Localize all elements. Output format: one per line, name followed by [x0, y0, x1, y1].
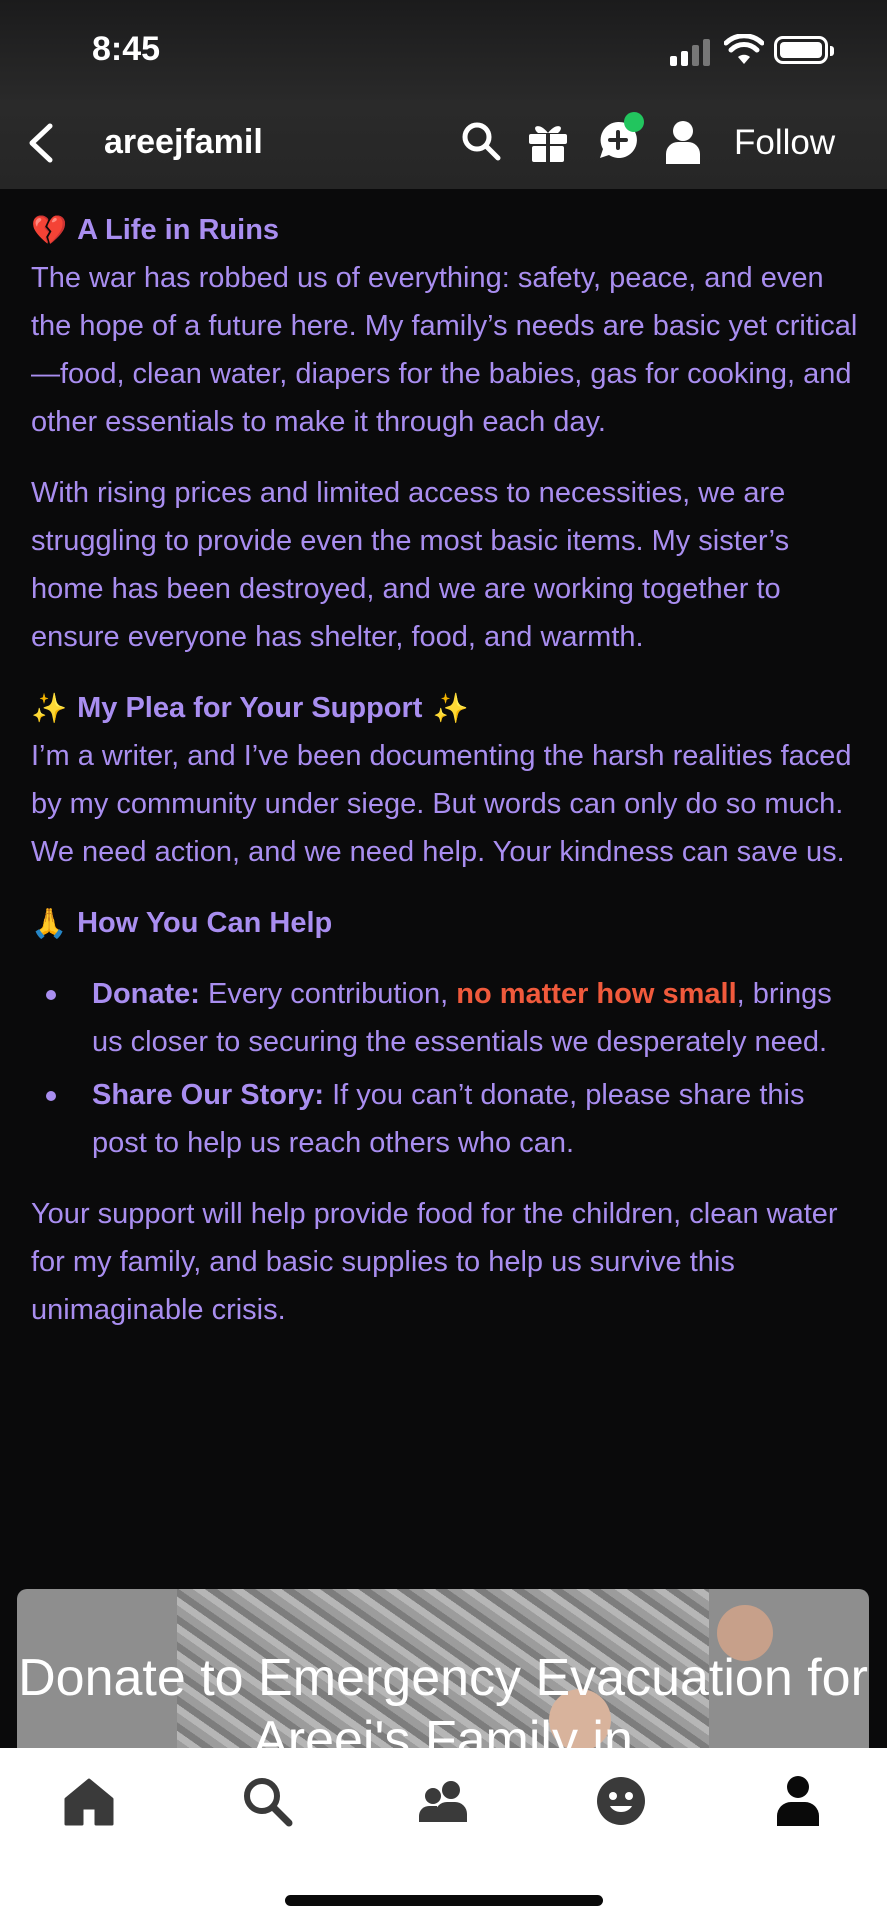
list-item: Donate: Every contribution, no matter ho…	[31, 970, 861, 1066]
section-heading-help: 🙏 How You Can Help	[31, 899, 861, 947]
account-icon[interactable]	[771, 1774, 825, 1828]
post-paragraph: With rising prices and limited access to…	[31, 477, 790, 653]
gift-icon[interactable]	[526, 120, 570, 164]
sparkles-icon: ✨	[432, 691, 469, 725]
post-paragraph: Your support will help provide food for …	[31, 1198, 838, 1326]
help-list: Donate: Every contribution, no matter ho…	[31, 970, 861, 1167]
section-heading-plea: ✨ My Plea for Your Support ✨	[31, 684, 861, 732]
bottom-tab-bar	[0, 1748, 887, 1920]
signal-icon	[670, 38, 712, 66]
person-icon[interactable]	[664, 120, 702, 164]
praying-hands-icon: 🙏	[31, 906, 68, 940]
donation-link-card[interactable]: Donate to Emergency Evacuation for Areej…	[17, 1589, 869, 1749]
post-paragraph: I’m a writer, and I’ve been documenting …	[31, 740, 852, 868]
battery-icon	[774, 36, 834, 64]
card-title: Donate to Emergency Evacuation for Areej…	[18, 1649, 868, 1749]
list-item: Share Our Story: If you can’t donate, pl…	[31, 1071, 861, 1167]
section-heading-ruins: 💔 A Life in Ruins	[31, 206, 861, 254]
section-title: A Life in Ruins	[77, 214, 280, 246]
home-icon[interactable]	[62, 1774, 116, 1828]
blog-name[interactable]: areejfamil	[104, 123, 263, 162]
home-indicator[interactable]	[285, 1895, 603, 1906]
sparkles-icon: ✨	[31, 691, 68, 725]
section-title: How You Can Help	[77, 907, 333, 939]
community-icon[interactable]	[417, 1774, 471, 1828]
highlight-text: no matter how small	[456, 978, 737, 1010]
status-bar: 8:45	[0, 0, 887, 100]
top-bar: 8:45 areejfamil Follow	[0, 0, 887, 189]
back-icon[interactable]	[22, 118, 62, 168]
notification-dot	[624, 112, 644, 132]
bullet-label: Share Our Story:	[92, 1079, 325, 1111]
blog-header: areejfamil Follow	[0, 100, 887, 189]
search-icon[interactable]	[240, 1774, 294, 1828]
search-icon[interactable]	[460, 120, 502, 162]
follow-button[interactable]: Follow	[734, 123, 835, 163]
wifi-icon	[724, 34, 764, 64]
status-time: 8:45	[92, 30, 161, 68]
bullet-label: Donate:	[92, 978, 200, 1010]
chat-button[interactable]	[596, 112, 644, 164]
broken-heart-icon: 💔	[31, 213, 68, 247]
post-paragraph: The war has robbed us of everything: saf…	[31, 262, 858, 438]
bullet-text: Every contribution,	[199, 978, 457, 1010]
section-title: My Plea for Your Support	[77, 692, 423, 724]
emoji-icon[interactable]	[594, 1774, 648, 1828]
post-body: 💔 A Life in Ruins The war has robbed us …	[31, 206, 861, 1357]
